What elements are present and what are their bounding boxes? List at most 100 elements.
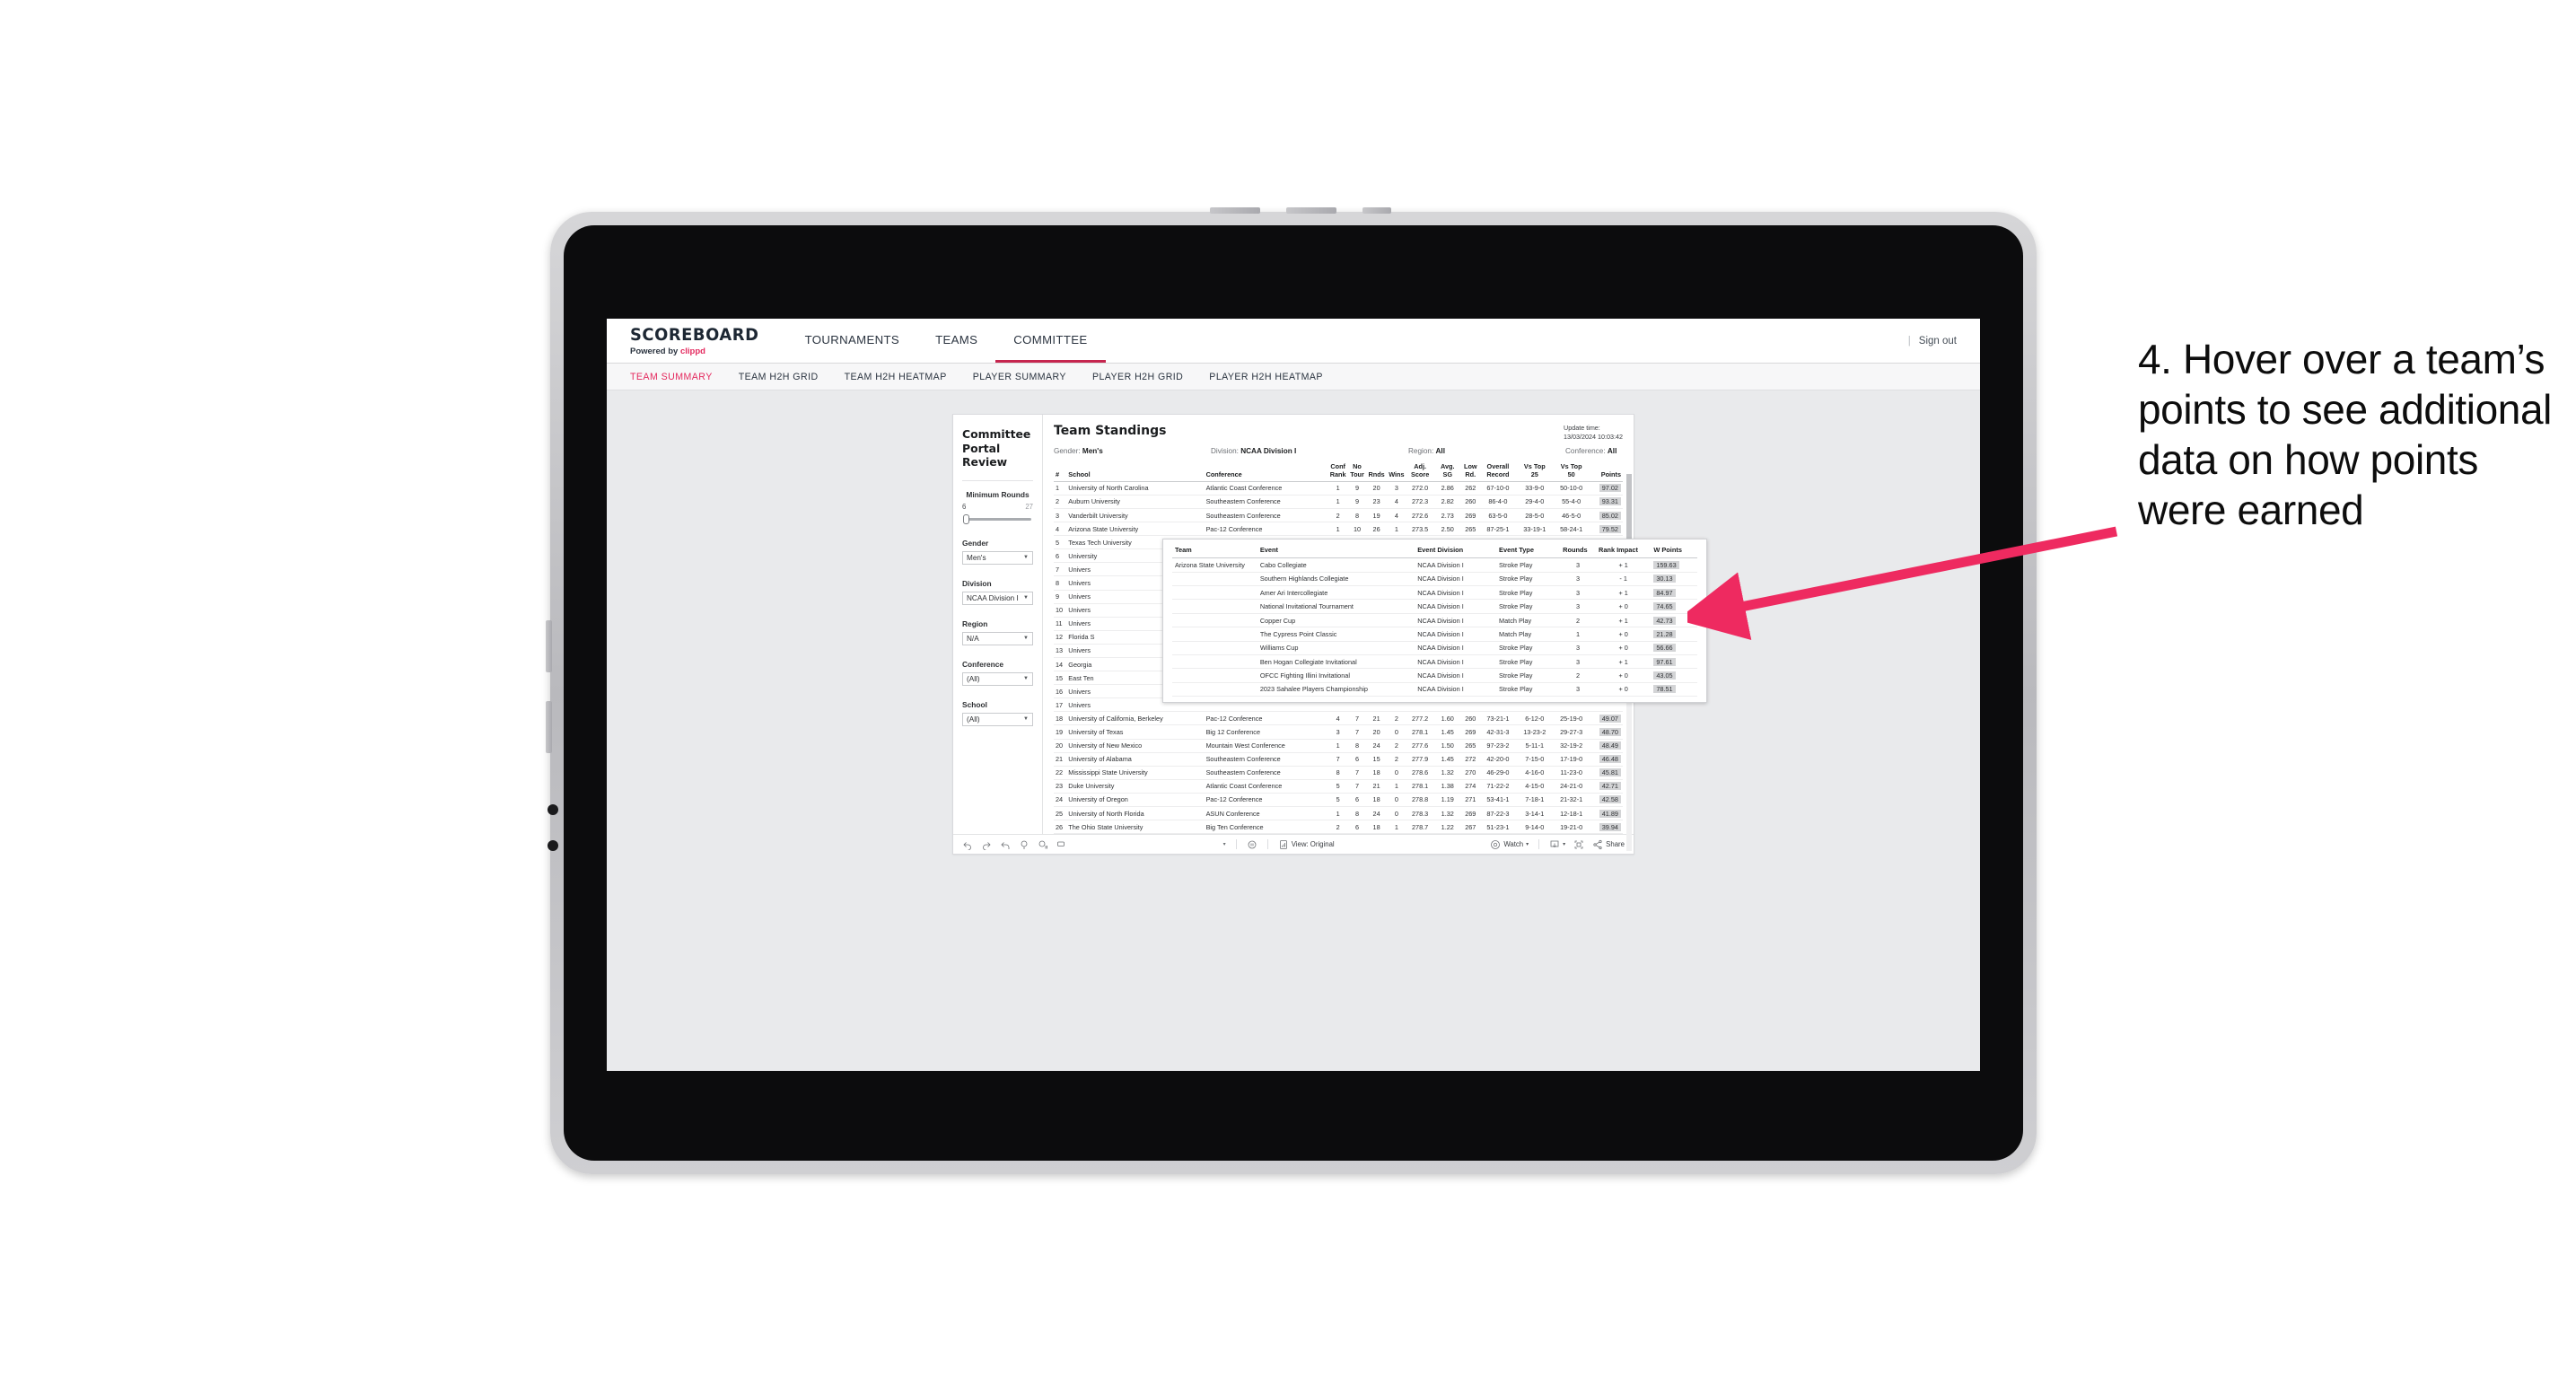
pause-updates-icon[interactable]	[1247, 839, 1257, 850]
nav-committee[interactable]: COMMITTEE	[995, 319, 1106, 363]
standings-cell-conf-rank: 1	[1327, 522, 1348, 537]
points-value[interactable]: 42.58	[1599, 795, 1621, 804]
standings-cell-points[interactable]: 85.02	[1590, 508, 1623, 523]
col-conf-rank[interactable]: Conf Rank	[1327, 463, 1348, 482]
region-select[interactable]: N/A ▼	[962, 631, 1033, 645]
tooltip-cell-event-type: Stroke Play	[1496, 572, 1561, 587]
col-vs-top-50[interactable]: Vs Top 50	[1553, 463, 1590, 482]
tab-player-h2h-grid[interactable]: PLAYER H2H GRID	[1092, 372, 1183, 382]
tooltip-cell-rank-impact: + 1	[1595, 557, 1652, 573]
watch-button[interactable]: Watch ▾	[1490, 839, 1529, 850]
standings-cell-school: The Ohio State University	[1066, 820, 1205, 835]
points-value[interactable]: 42.71	[1599, 782, 1621, 791]
standings-cell-points[interactable]: 79.52	[1590, 522, 1623, 537]
standings-cell-points[interactable]: 45.81	[1590, 766, 1623, 780]
presentation-mode-icon[interactable]	[1056, 839, 1067, 850]
col-rank[interactable]: #	[1054, 463, 1067, 482]
web-page: SCOREBOARD Powered by clippd TOURNAMENTS…	[607, 319, 1980, 1071]
nav-tournaments[interactable]: TOURNAMENTS	[787, 319, 917, 363]
standings-cell-points[interactable]: 48.49	[1590, 739, 1623, 753]
tab-player-summary[interactable]: PLAYER SUMMARY	[973, 372, 1066, 382]
standings-cell-adj-score: 272.0	[1406, 481, 1434, 496]
col-adj-score[interactable]: Adj. Score	[1406, 463, 1434, 482]
tab-player-h2h-heatmap[interactable]: PLAYER H2H HEATMAP	[1209, 372, 1323, 382]
fullscreen-icon[interactable]	[1573, 839, 1584, 850]
nav-teams[interactable]: TEAMS	[917, 319, 995, 363]
table-row[interactable]: 25 University of North Florida ASUN Confer…	[1054, 806, 1623, 821]
view-original-button[interactable]: View: Original	[1278, 839, 1335, 850]
points-value[interactable]: 41.89	[1599, 809, 1621, 818]
standings-cell-points[interactable]: 48.70	[1590, 724, 1623, 740]
points-value[interactable]: 93.31	[1599, 497, 1621, 506]
table-row[interactable]: 26 The Ohio State University Big Ten Confe…	[1054, 820, 1623, 835]
table-row[interactable]: 23 Duke University Atlantic Coast Conferen…	[1054, 779, 1623, 794]
minimum-rounds-slider[interactable]	[962, 513, 1033, 524]
points-value[interactable]: 48.49	[1599, 741, 1621, 750]
table-row[interactable]: 4 Arizona State University Pac-12 Conferen…	[1054, 522, 1623, 537]
col-avg-sg[interactable]: Avg. SG	[1433, 463, 1462, 482]
pause-auto-update-icon[interactable]	[1038, 839, 1048, 850]
tab-team-h2h-heatmap[interactable]: TEAM H2H HEATMAP	[845, 372, 947, 382]
points-value[interactable]: 45.81	[1599, 768, 1621, 777]
col-vs-top-25[interactable]: Vs Top 25	[1516, 463, 1554, 482]
school-select[interactable]: (All) ▼	[962, 712, 1033, 726]
undo-icon[interactable]	[962, 839, 973, 850]
presentation-chevron-down-icon[interactable]: ▾	[1223, 841, 1226, 847]
points-value[interactable]: 49.07	[1599, 714, 1621, 723]
points-value[interactable]: 48.70	[1599, 728, 1621, 737]
table-row[interactable]: 24 University of Oregon Pac-12 Conference 5…	[1054, 793, 1623, 808]
sign-out-link[interactable]: Sign out	[1919, 336, 1957, 346]
standings-cell-points[interactable]: 39.94	[1590, 820, 1623, 835]
table-row[interactable]: 19 University of Texas Big 12 Conference 3 7…	[1054, 724, 1623, 740]
col-rnds[interactable]: Rnds	[1366, 463, 1387, 482]
standings-cell-rank: 24	[1054, 793, 1067, 808]
share-button[interactable]: Share	[1592, 839, 1625, 850]
points-value[interactable]: 97.02	[1599, 484, 1621, 493]
table-row[interactable]: 18 University of California, Berkeley Pac-…	[1054, 711, 1623, 726]
slider-thumb[interactable]	[963, 513, 969, 524]
division-select[interactable]: NCAA Division I ▼	[962, 591, 1033, 605]
tooltip-cell-rank-impact: + 1	[1595, 613, 1652, 628]
gender-select[interactable]: Men's ▼	[962, 550, 1033, 565]
subheader-conference-value: All	[1607, 447, 1617, 456]
standings-cell-conf-rank: 1	[1327, 739, 1348, 753]
standings-cell-rank: 18	[1054, 711, 1067, 726]
standings-cell-points[interactable]: 42.58	[1590, 793, 1623, 808]
tab-team-h2h-grid[interactable]: TEAM H2H GRID	[739, 372, 819, 382]
col-overall-record[interactable]: Overall Record	[1479, 463, 1517, 482]
col-no-tour[interactable]: No Tour	[1347, 463, 1367, 482]
standings-cell-points[interactable]: 93.31	[1590, 495, 1623, 509]
table-row[interactable]: 20 University of New Mexico Mountain West …	[1054, 739, 1623, 753]
filter-school: School (All) ▼	[962, 700, 1033, 726]
standings-cell-points[interactable]: 41.89	[1590, 806, 1623, 821]
table-row[interactable]: 3 Vanderbilt University Southeastern Confe…	[1054, 508, 1623, 523]
standings-cell-school: University of Oregon	[1066, 793, 1205, 808]
col-low-rd[interactable]: Low Rd.	[1461, 463, 1480, 482]
tab-team-summary[interactable]: TEAM SUMMARY	[630, 372, 713, 382]
standings-cell-conf-rank: 2	[1327, 820, 1348, 835]
refresh-icon[interactable]	[1019, 839, 1030, 850]
col-wins[interactable]: Wins	[1386, 463, 1406, 482]
points-value[interactable]: 79.52	[1599, 524, 1621, 533]
standings-cell-points[interactable]: 42.71	[1590, 779, 1623, 794]
table-row[interactable]: 2 Auburn University Southeastern Conferenc…	[1054, 495, 1623, 509]
redo-icon[interactable]	[981, 839, 992, 850]
points-value[interactable]: 46.48	[1599, 755, 1621, 764]
col-points[interactable]: Points	[1590, 463, 1623, 482]
tooltip-cell-rank-impact: + 0	[1595, 682, 1652, 697]
conference-select[interactable]: (All) ▼	[962, 671, 1033, 686]
revert-icon[interactable]	[1000, 839, 1011, 850]
tooltip-cell-event: National Invitational Tournament	[1257, 599, 1415, 614]
download-button[interactable]: ▾	[1549, 839, 1565, 850]
table-row[interactable]: 21 University of Alabama Southeastern Conf…	[1054, 752, 1623, 767]
points-value[interactable]: 39.94	[1599, 822, 1621, 831]
table-row[interactable]: 1 University of North Carolina Atlantic Co…	[1054, 481, 1623, 496]
brand-logo[interactable]: SCOREBOARD Powered by clippd	[607, 319, 787, 363]
standings-cell-points[interactable]: 49.07	[1590, 711, 1623, 726]
col-school[interactable]: School	[1066, 463, 1205, 482]
table-row[interactable]: 22 Mississippi State University Southeaste…	[1054, 766, 1623, 780]
standings-cell-points[interactable]: 97.02	[1590, 481, 1623, 496]
points-value[interactable]: 85.02	[1599, 511, 1621, 520]
standings-cell-points[interactable]: 46.48	[1590, 752, 1623, 767]
col-conference[interactable]: Conference	[1204, 463, 1328, 482]
